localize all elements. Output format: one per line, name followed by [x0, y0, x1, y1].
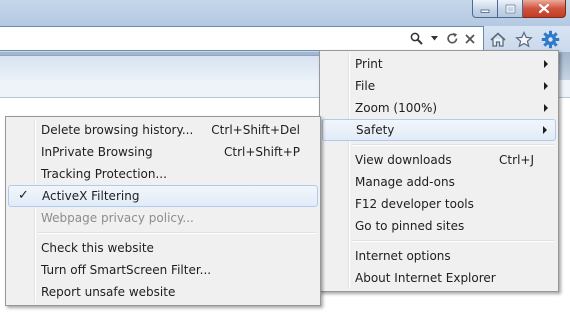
caption-buttons — [472, 0, 566, 18]
command-icons — [488, 29, 560, 49]
close-icon — [538, 3, 550, 14]
tools-gear-icon[interactable] — [540, 29, 560, 49]
check-mark-icon: ✓ — [18, 188, 29, 203]
home-icon[interactable] — [488, 29, 508, 49]
title-bar — [0, 0, 570, 26]
menu-separator — [352, 144, 554, 146]
menu-item-label: Print — [355, 57, 383, 71]
favorites-icon[interactable] — [514, 29, 534, 49]
menu-item-label: ActiveX Filtering — [42, 189, 140, 203]
menu-item-label: Go to pinned sites — [355, 219, 465, 233]
menu-item-shortcut: Ctrl+Shift+P — [224, 145, 300, 159]
menu-item-check-website[interactable]: Check this website — [8, 237, 318, 259]
menu-item-label: Turn off SmartScreen Filter... — [41, 263, 212, 277]
menu-item-pinned-sites[interactable]: Go to pinned sites — [322, 215, 556, 237]
menu-item-label: About Internet Explorer — [355, 271, 496, 285]
submenu-arrow-icon — [544, 60, 548, 68]
menu-item-about-ie[interactable]: About Internet Explorer — [322, 267, 556, 289]
refresh-icon[interactable] — [445, 31, 459, 47]
menu-item-label: Check this website — [41, 241, 154, 255]
menu-item-zoom[interactable]: Zoom (100%) — [322, 97, 556, 119]
address-toolbar — [0, 26, 570, 52]
menu-item-label: Zoom (100%) — [355, 101, 438, 115]
menu-item-privacy-policy: Webpage privacy policy... — [8, 207, 318, 229]
menu-item-view-downloads[interactable]: View downloads Ctrl+J — [322, 149, 556, 171]
menu-item-activex-filtering[interactable]: ✓ ActiveX Filtering — [8, 185, 318, 207]
dropdown-icon[interactable] — [427, 31, 441, 47]
menu-item-label: File — [355, 79, 376, 93]
submenu-arrow-icon — [544, 104, 548, 112]
menu-item-label: Delete browsing history... — [41, 123, 194, 137]
menu-item-label: Manage add-ons — [355, 175, 455, 189]
menu-item-label: View downloads — [355, 153, 452, 167]
menu-item-label: Internet options — [355, 249, 451, 263]
menu-item-shortcut: Ctrl+Shift+Del — [211, 123, 300, 137]
menu-item-label: Report unsafe website — [41, 285, 176, 299]
menu-item-label: Safety — [356, 123, 395, 137]
menu-item-report-unsafe[interactable]: Report unsafe website — [8, 281, 318, 303]
active-tab[interactable] — [0, 55, 340, 80]
menu-item-label: Webpage privacy policy... — [41, 211, 194, 225]
menu-item-tracking-protection[interactable]: Tracking Protection... — [8, 163, 318, 185]
minimize-icon — [480, 9, 490, 13]
menu-item-smartscreen[interactable]: Turn off SmartScreen Filter... — [8, 259, 318, 281]
menu-item-shortcut: Ctrl+J — [499, 153, 534, 167]
menu-item-inprivate[interactable]: InPrivate Browsing Ctrl+Shift+P — [8, 141, 318, 163]
submenu-arrow-icon — [544, 82, 548, 90]
search-icon[interactable] — [409, 31, 423, 47]
close-button[interactable] — [523, 0, 566, 18]
menu-item-label: InPrivate Browsing — [41, 145, 153, 159]
menu-item-delete-history[interactable]: Delete browsing history... Ctrl+Shift+De… — [8, 119, 318, 141]
maximize-button[interactable] — [498, 0, 523, 18]
menu-item-internet-options[interactable]: Internet options — [322, 245, 556, 267]
menu-item-print[interactable]: Print — [322, 53, 556, 75]
submenu-arrow-icon — [543, 126, 547, 134]
menu-item-f12-tools[interactable]: F12 developer tools — [322, 193, 556, 215]
minimize-button[interactable] — [472, 0, 498, 18]
maximize-icon — [505, 4, 515, 13]
menu-item-file[interactable]: File — [322, 75, 556, 97]
tools-menu: Print File Zoom (100%) Safety View downl… — [319, 50, 559, 292]
menu-item-label: F12 developer tools — [355, 197, 474, 211]
stop-icon[interactable] — [463, 31, 477, 47]
address-bar[interactable] — [0, 26, 484, 51]
menu-separator — [352, 240, 554, 242]
menu-separator — [38, 232, 316, 234]
menu-item-safety[interactable]: Safety — [322, 119, 556, 141]
menu-item-manage-addons[interactable]: Manage add-ons — [322, 171, 556, 193]
safety-submenu: Delete browsing history... Ctrl+Shift+De… — [5, 116, 321, 306]
menu-item-label: Tracking Protection... — [41, 167, 167, 181]
